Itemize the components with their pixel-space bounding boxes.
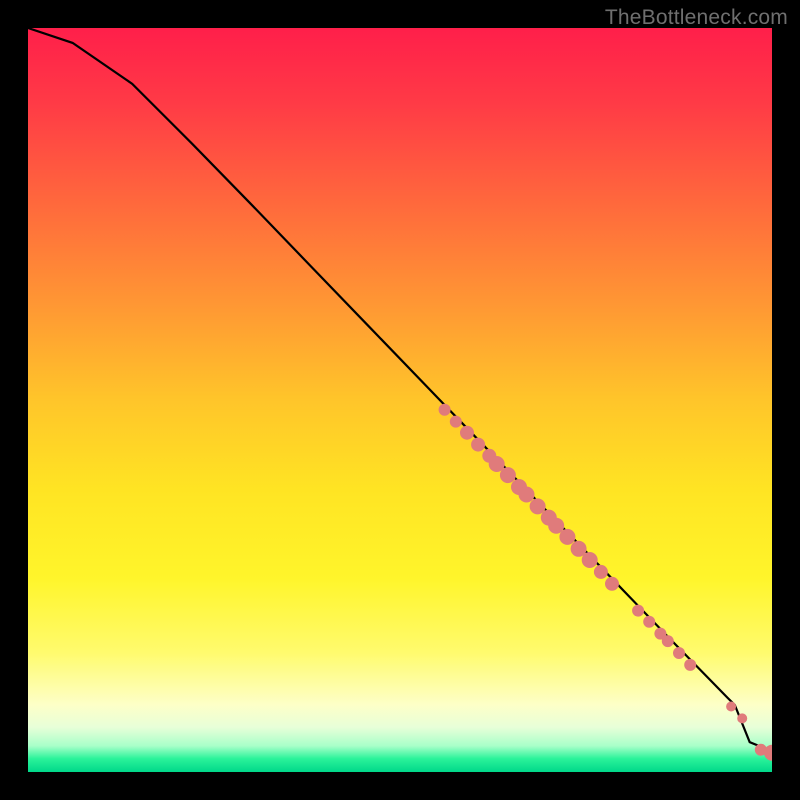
data-point [737, 713, 747, 723]
data-point [582, 552, 598, 568]
data-point [632, 605, 644, 617]
main-curve [28, 28, 772, 751]
data-point [594, 565, 608, 579]
scatter-layer [439, 404, 772, 761]
attribution-label: TheBottleneck.com [605, 6, 788, 30]
curve-layer [28, 28, 772, 751]
chart-svg [28, 28, 772, 772]
data-point [726, 702, 736, 712]
data-point [662, 635, 674, 647]
data-point [439, 404, 451, 416]
plot-area [28, 28, 772, 772]
chart-stage: TheBottleneck.com [0, 0, 800, 800]
data-point [684, 659, 696, 671]
data-point [605, 577, 619, 591]
data-point [450, 416, 462, 428]
data-point [519, 487, 535, 503]
data-point [559, 529, 575, 545]
data-point [460, 426, 474, 440]
data-point [643, 616, 655, 628]
data-point [500, 467, 516, 483]
data-point [471, 438, 485, 452]
data-point [673, 647, 685, 659]
